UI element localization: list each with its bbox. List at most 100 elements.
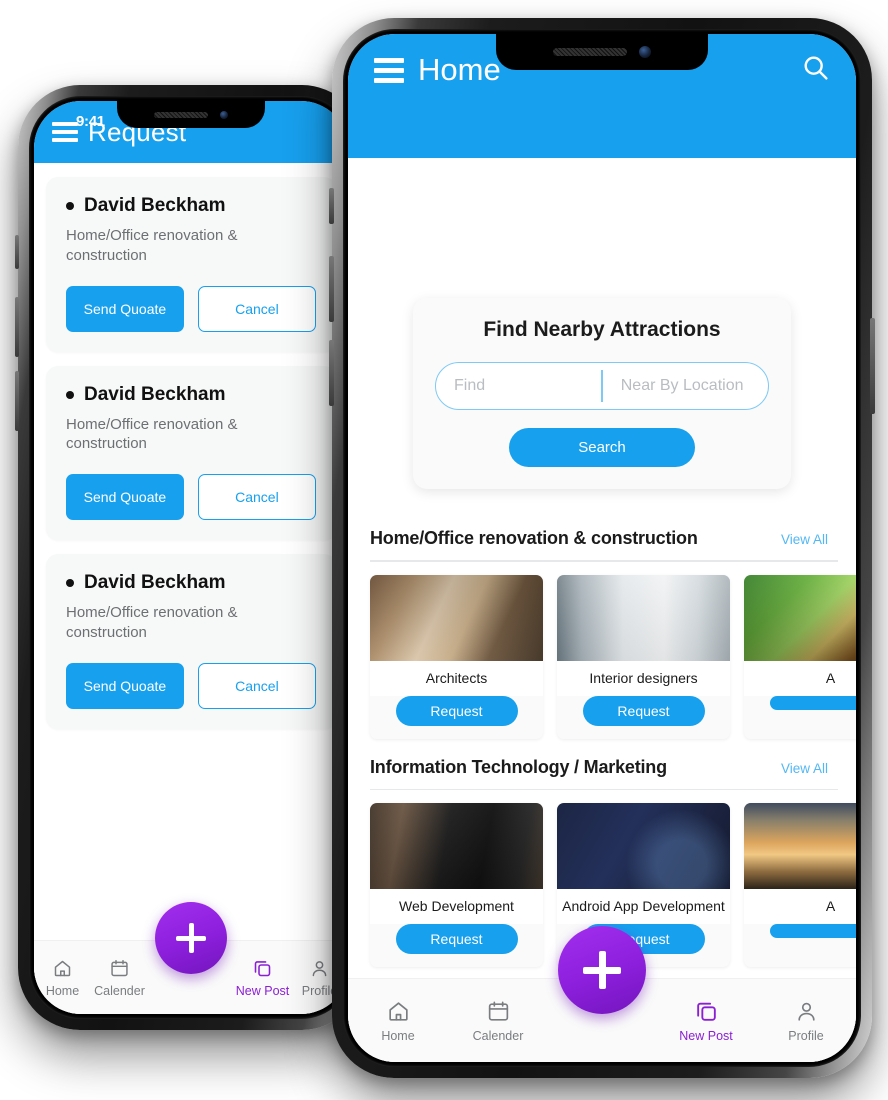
service-name: A: [744, 660, 856, 696]
cancel-button[interactable]: Cancel: [197, 662, 316, 709]
bullet-icon: [66, 202, 74, 210]
tab-label: Profile: [788, 1028, 824, 1043]
mobile-application-development-banner: [557, 803, 730, 889]
copy-icon: [694, 999, 719, 1024]
search-icon[interactable]: [801, 53, 830, 87]
service-action-wrap: Request: [370, 924, 543, 967]
front-phone-device: Home Find Nearby Attractions Find Near B…: [329, 18, 875, 1078]
service-name: Architects: [370, 660, 543, 696]
request-name-row: David Beckham: [66, 195, 316, 217]
hamburger-menu-icon[interactable]: [374, 57, 404, 83]
request-card[interactable]: David Beckham Home/Office renovation & c…: [46, 365, 336, 541]
section-header: Information Technology / Marketing View …: [370, 757, 846, 778]
service-action-wrap: Request: [557, 695, 730, 739]
search-button[interactable]: Search: [509, 428, 695, 467]
service-name: Android App Development: [557, 889, 730, 924]
tab-calender[interactable]: Calender: [91, 958, 148, 998]
tab-home[interactable]: Home: [348, 999, 448, 1043]
view-all-link[interactable]: View All: [781, 532, 828, 547]
find-input[interactable]: [436, 363, 602, 409]
request-button[interactable]: Request: [395, 924, 518, 954]
calendar-icon: [109, 958, 130, 979]
service-card[interactable]: Architects Request: [370, 574, 543, 739]
send-quote-button[interactable]: Send Quoate: [66, 474, 184, 521]
section-home-office-renovation: Home/Office renovation & construction Vi…: [370, 528, 856, 743]
laptop-code-photo: [370, 803, 543, 889]
service-name: Interior designers: [557, 660, 730, 696]
view-all-link[interactable]: View All: [781, 761, 828, 776]
hamburger-menu-icon[interactable]: [52, 122, 78, 142]
mute-switch[interactable]: [329, 188, 334, 224]
request-button[interactable]: [769, 924, 856, 938]
volume-up-button[interactable]: [329, 256, 334, 322]
home-icon: [386, 999, 411, 1024]
request-button[interactable]: Request: [582, 695, 705, 726]
mute-switch[interactable]: [15, 235, 19, 269]
front-camera-icon: [639, 46, 651, 58]
tab-profile[interactable]: Profile: [756, 999, 856, 1043]
tab-label: Home: [381, 1028, 415, 1043]
back-phone-device: 9:41 Request David Beckham Home/Office r…: [15, 85, 364, 1030]
request-name-row: David Beckham: [66, 384, 316, 406]
cancel-button[interactable]: Cancel: [197, 474, 316, 521]
home-icon: [52, 958, 73, 979]
request-button[interactable]: [769, 695, 856, 710]
request-actions: Send Quoate Cancel: [66, 285, 316, 332]
screenshot-stage: 9:41 Request David Beckham Home/Office r…: [0, 0, 888, 1100]
new-post-fab-plus-icon[interactable]: [155, 902, 227, 974]
request-category: Home/Office renovation & construction: [66, 604, 238, 641]
tab-new-post[interactable]: New Post: [656, 999, 756, 1043]
blueprint-swatches-photo: [557, 574, 730, 661]
tab-label: Calender: [94, 983, 145, 998]
volume-down-button[interactable]: [15, 371, 19, 431]
tab-new-post[interactable]: New Post: [234, 958, 291, 998]
service-card[interactable]: A: [744, 803, 856, 967]
requester-name: David Beckham: [84, 383, 226, 405]
request-card[interactable]: David Beckham Home/Office renovation & c…: [46, 554, 336, 729]
service-card[interactable]: Web Development Request: [370, 803, 543, 967]
tab-label: Home: [45, 983, 80, 998]
tab-home[interactable]: Home: [34, 958, 91, 998]
request-name-row: David Beckham: [66, 572, 316, 594]
earpiece-speaker-icon: [154, 111, 208, 118]
new-post-fab-plus-icon[interactable]: [558, 926, 646, 1014]
back-phone-bezel: 9:41 Request David Beckham Home/Office r…: [29, 96, 353, 1019]
request-button[interactable]: Request: [395, 695, 518, 726]
cancel-button[interactable]: Cancel: [197, 285, 316, 332]
volume-down-button[interactable]: [329, 340, 334, 406]
service-card[interactable]: A: [744, 574, 856, 739]
location-input[interactable]: [602, 363, 768, 409]
service-action-wrap: [744, 924, 856, 951]
woodworking-photo: [370, 574, 543, 661]
service-card[interactable]: Interior designers Request: [557, 574, 730, 739]
send-quote-button[interactable]: Send Quoate: [66, 285, 184, 332]
volume-up-button[interactable]: [15, 297, 19, 357]
requester-name: David Beckham: [84, 195, 226, 216]
tab-label: New Post: [679, 1028, 733, 1043]
requester-name: David Beckham: [84, 572, 226, 594]
front-phone-screen: Home Find Nearby Attractions Find Near B…: [348, 34, 856, 1062]
hero-spacer: [348, 106, 856, 158]
status-bar-time: 9:41: [76, 113, 105, 130]
section-title: Information Technology / Marketing: [370, 756, 667, 777]
bullet-icon: [66, 390, 74, 399]
person-icon: [794, 999, 819, 1024]
tab-calender[interactable]: Calender: [448, 999, 548, 1043]
power-button[interactable]: [870, 318, 875, 414]
send-quote-button[interactable]: Send Quoate: [66, 662, 184, 709]
service-cards-row[interactable]: Architects Request Interior designers Re…: [370, 574, 856, 743]
section-header: Home/Office renovation & construction Vi…: [370, 528, 846, 549]
request-category: Home/Office renovation & construction: [66, 415, 238, 453]
find-inputs-group: [435, 362, 769, 410]
back-phone-notch: [117, 101, 265, 128]
service-action-wrap: Request: [370, 695, 543, 739]
person-icon: [309, 958, 330, 979]
request-card[interactable]: David Beckham Home/Office renovation & c…: [46, 177, 336, 352]
request-list: David Beckham Home/Office renovation & c…: [34, 163, 348, 1014]
service-name: Web Development: [370, 889, 543, 924]
earpiece-speaker-icon: [553, 48, 627, 56]
front-phone-notch: [496, 34, 708, 70]
page-title: Home: [418, 52, 501, 87]
front-camera-icon: [220, 110, 228, 119]
request-actions: Send Quoate Cancel: [66, 662, 316, 709]
